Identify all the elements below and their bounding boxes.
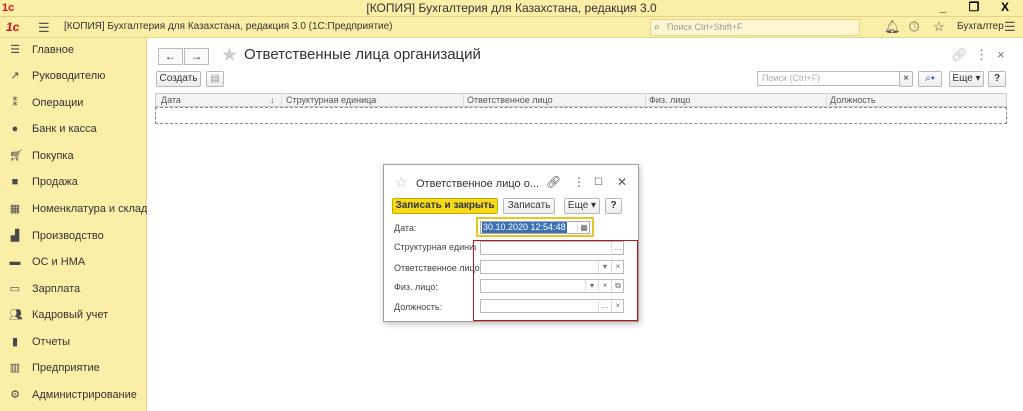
sidebar-item-payroll[interactable]: ▭ Зарплата bbox=[0, 277, 147, 303]
trend-icon: ↗ bbox=[10, 70, 20, 82]
link-icon[interactable]: 🔗︎ bbox=[546, 175, 561, 189]
calendar-icon[interactable]: ▦ bbox=[577, 222, 590, 234]
sidebar-item-main[interactable]: ☰ Главное bbox=[0, 38, 147, 64]
help-button[interactable]: ? bbox=[988, 71, 1006, 87]
link-icon[interactable]: 🔗︎ bbox=[951, 47, 968, 63]
sidebar-item-assets[interactable]: ▬ ОС и НМА bbox=[0, 250, 147, 276]
factory-icon: ▟ bbox=[10, 230, 20, 242]
truck-icon: ▬ bbox=[9, 256, 21, 268]
list-search-input[interactable]: Поиск (Ctrl+F) bbox=[757, 71, 902, 86]
clear-search-button[interactable]: × bbox=[899, 71, 913, 87]
sidebar-item-bank[interactable]: ● Банк и касса bbox=[0, 117, 147, 143]
sidebar-item-enterprise[interactable]: ▥ Предприятие bbox=[0, 356, 147, 382]
page-title: Ответственные лица организаций bbox=[244, 46, 481, 63]
column-individual[interactable]: Физ. лицо bbox=[649, 95, 690, 105]
minimize-button[interactable]: _ bbox=[930, 0, 956, 16]
chart-icon: ▮ bbox=[11, 336, 19, 348]
operations-icon: ⁑ bbox=[12, 97, 18, 109]
forward-button[interactable]: → bbox=[184, 48, 209, 65]
more-vertical-icon[interactable]: ⋮ bbox=[975, 47, 988, 63]
copy-icon[interactable]: ▤ bbox=[206, 71, 224, 87]
close-window-button[interactable]: X bbox=[992, 0, 1018, 16]
favorite-star-icon[interactable]: ☆ bbox=[395, 174, 408, 191]
notifications-bell-icon[interactable]: 🔔︎ bbox=[884, 19, 901, 35]
search-icon: ⌕ bbox=[654, 21, 661, 33]
dialog-title: Ответственное лицо о... bbox=[416, 178, 539, 190]
menu-icon: ☰ bbox=[10, 44, 20, 56]
sidebar-item-warehouse[interactable]: ▦ Номенклатура и склад bbox=[0, 197, 148, 223]
highlight-frame bbox=[473, 240, 638, 321]
date-label: Дата: bbox=[394, 223, 417, 233]
maximize-button[interactable]: ❐ bbox=[961, 0, 987, 16]
column-position[interactable]: Должность bbox=[830, 95, 876, 105]
user-name[interactable]: Бухгалтер bbox=[957, 21, 1004, 32]
global-search-input[interactable]: ⌕ Поиск Ctrl+Shift+F bbox=[650, 19, 860, 36]
gear-icon: ⚙ bbox=[10, 389, 20, 401]
column-person[interactable]: Ответственное лицо bbox=[467, 95, 553, 105]
table-header: Дата ↓ Структурная единица Ответственное… bbox=[155, 93, 1007, 107]
individual-label: Физ. лицо: bbox=[394, 282, 438, 292]
sidebar-item-purchase[interactable]: 🛒︎ Покупка bbox=[0, 144, 147, 170]
1c-logo-icon: 1с bbox=[6, 20, 20, 34]
close-page-icon[interactable]: × bbox=[997, 47, 1005, 62]
maximize-icon[interactable]: ☐ bbox=[594, 177, 603, 188]
bag-icon: ■ bbox=[11, 176, 19, 188]
sidebar-item-production[interactable]: ▟ Производство bbox=[0, 224, 147, 250]
sidebar-item-manager[interactable]: ↗ Руководителю bbox=[0, 64, 147, 90]
create-button[interactable]: Создать bbox=[156, 71, 201, 87]
app-title: [КОПИЯ] Бухгалтерия для Казахстана, реда… bbox=[64, 21, 393, 32]
sidebar-item-hr[interactable]: 👥︎ Кадровый учет bbox=[0, 303, 147, 329]
save-and-close-button[interactable]: Записать и закрыть bbox=[392, 198, 498, 214]
favorites-star-icon[interactable]: ☆ bbox=[933, 19, 945, 35]
search-options-button[interactable]: ⌕▾ bbox=[918, 71, 942, 87]
more-button[interactable]: Еще ▾ bbox=[949, 71, 984, 87]
help-button[interactable]: ? bbox=[605, 198, 622, 214]
sidebar-item-admin[interactable]: ⚙ Администрирование bbox=[0, 383, 147, 409]
sidebar-item-operations[interactable]: ⁑ Операции bbox=[0, 91, 147, 117]
responsible-person-dialog: ☆ Ответственное лицо о... 🔗︎ ⋮ ☐ ✕ Запис… bbox=[383, 164, 639, 322]
table-row[interactable] bbox=[155, 107, 1007, 124]
money-icon: ● bbox=[11, 123, 19, 135]
column-unit[interactable]: Структурная единица bbox=[286, 95, 376, 105]
sidebar-item-reports[interactable]: ▮ Отчеты bbox=[0, 330, 147, 356]
app-bar: 1с ☰ [КОПИЯ] Бухгалтерия для Казахстана,… bbox=[0, 17, 1023, 38]
more-vertical-icon[interactable]: ⋮ bbox=[573, 175, 585, 189]
sidebar: ☰ Главное ↗ Руководителю ⁑ Операции ● Ба… bbox=[0, 38, 147, 411]
sort-down-icon[interactable]: ↓ bbox=[270, 95, 275, 105]
grid-icon: ▦ bbox=[9, 203, 21, 215]
favorite-star-icon[interactable]: ★ bbox=[221, 44, 238, 67]
back-button[interactable]: ← bbox=[158, 48, 183, 65]
more-button[interactable]: Еще ▾ bbox=[564, 198, 600, 214]
save-button[interactable]: Записать bbox=[503, 198, 555, 214]
person-label: Ответственное лицо: bbox=[394, 263, 483, 273]
history-icon[interactable]: 🕓︎ bbox=[909, 19, 919, 35]
hamburger-menu-icon[interactable]: ☰ bbox=[38, 20, 50, 36]
date-field[interactable]: 30.10.2020 12:54:48 ▦ bbox=[480, 221, 590, 234]
window-title-bar: 1c [КОПИЯ] Бухгалтерия для Казахстана, р… bbox=[0, 0, 1023, 17]
window-title: [КОПИЯ] Бухгалтерия для Казахстана, реда… bbox=[366, 1, 657, 15]
column-date[interactable]: Дата bbox=[161, 95, 181, 105]
date-field-focus: 30.10.2020 12:54:48 ▦ bbox=[476, 217, 594, 237]
settings-menu-icon[interactable]: ☰ bbox=[1004, 19, 1016, 35]
position-label: Должность: bbox=[394, 302, 443, 312]
payroll-icon: ▭ bbox=[9, 283, 21, 295]
cart-icon: 🛒︎ bbox=[9, 150, 23, 162]
people-icon: 👥︎ bbox=[9, 309, 23, 321]
unit-label: Структурная единица: bbox=[394, 242, 476, 252]
building-icon: ▥ bbox=[9, 362, 21, 374]
close-icon[interactable]: ✕ bbox=[617, 175, 627, 189]
sidebar-item-sales[interactable]: ■ Продажа bbox=[0, 170, 147, 196]
